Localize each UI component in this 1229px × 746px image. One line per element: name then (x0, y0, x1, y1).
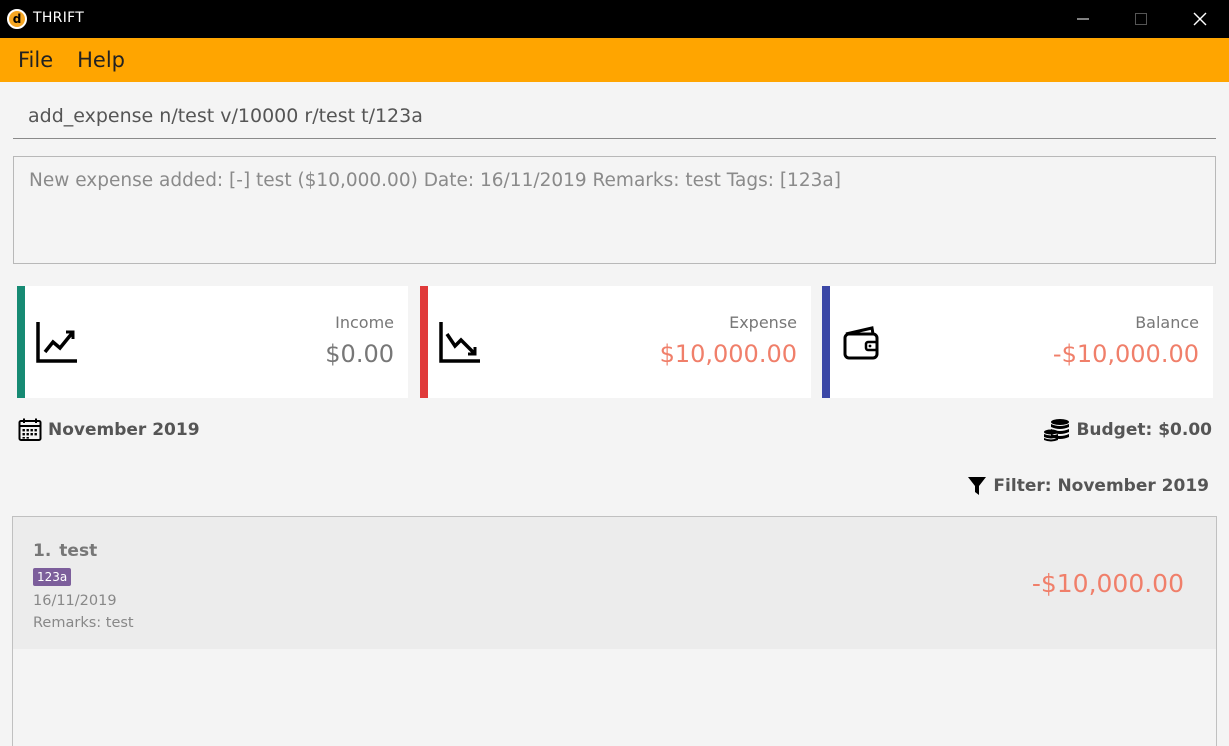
expense-label: Expense (729, 313, 797, 332)
command-box (13, 93, 1216, 139)
trend-up-icon (36, 322, 77, 363)
budget-text: Budget: $0.00 (1076, 420, 1212, 440)
minimize-icon (1077, 18, 1089, 20)
menu-help[interactable]: Help (77, 48, 125, 72)
maximize-button[interactable] (1112, 0, 1170, 38)
income-label: Income (335, 313, 394, 332)
title-bar: d THRIFT (0, 0, 1229, 38)
window-title: THRIFT (33, 10, 85, 26)
transaction-date: 16/11/2019 (33, 593, 117, 609)
app-logo-icon: d (7, 9, 27, 29)
budget-label: Budget: $0.00 (1043, 418, 1212, 442)
result-display[interactable]: New expense added: [-] test ($10,000.00)… (13, 156, 1216, 264)
result-text: New expense added: [-] test ($10,000.00)… (29, 170, 841, 191)
menu-file[interactable]: File (18, 48, 53, 72)
expense-card: Expense $10,000.00 (420, 286, 811, 398)
minimize-button[interactable] (1054, 0, 1112, 38)
balance-label: Balance (1135, 313, 1199, 332)
transaction-remarks: Remarks: test (33, 615, 134, 631)
close-icon (1193, 12, 1207, 26)
transaction-index: 1. (33, 541, 52, 561)
balance-value: -$10,000.00 (1052, 340, 1199, 368)
transaction-amount: -$10,000.00 (1031, 569, 1184, 598)
close-button[interactable] (1171, 0, 1229, 38)
trend-down-icon (439, 322, 480, 363)
app-logo-letter: d (12, 12, 22, 26)
wallet-icon (843, 326, 879, 360)
income-stripe (17, 286, 25, 398)
balance-card: Balance -$10,000.00 (822, 286, 1213, 398)
month-label: November 2019 (18, 418, 200, 442)
command-input[interactable] (13, 93, 1216, 138)
transaction-list[interactable]: 1. test 123a 16/11/2019 Remarks: test -$1… (12, 516, 1217, 746)
filter-label: Filter: November 2019 (967, 476, 1209, 496)
calendar-icon (18, 418, 42, 441)
month-text: November 2019 (48, 420, 200, 440)
menu-bar: File Help (0, 38, 1229, 82)
income-value: $0.00 (325, 340, 394, 368)
filter-text: Filter: November 2019 (993, 476, 1209, 496)
expense-value: $10,000.00 (659, 340, 797, 368)
income-card: Income $0.00 (17, 286, 408, 398)
maximize-icon (1135, 13, 1147, 25)
expense-stripe (420, 286, 428, 398)
transaction-tag: 123a (33, 568, 72, 586)
list-item[interactable]: 1. test 123a 16/11/2019 Remarks: test -$1… (13, 517, 1216, 649)
coins-icon (1044, 419, 1070, 442)
filter-icon (968, 477, 987, 495)
transaction-name: test (59, 541, 98, 561)
transaction-title: 1. test (33, 541, 97, 561)
balance-stripe (822, 286, 830, 398)
